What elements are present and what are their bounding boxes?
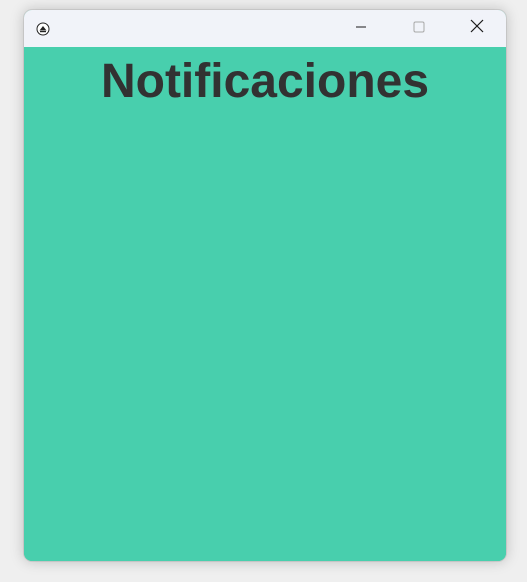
maximize-icon [413,20,425,38]
minimize-button[interactable] [332,10,390,47]
maximize-button[interactable] [390,10,448,47]
main-content: Notificaciones [24,47,506,561]
title-bar[interactable] [24,10,506,47]
app-window: Notificaciones [24,10,506,561]
window-controls [332,10,506,47]
desktop: Notificaciones [0,0,527,582]
close-button[interactable] [448,10,506,47]
minimize-icon [355,20,367,38]
page-title: Notificaciones [100,55,430,108]
close-icon [470,19,484,38]
app-icon [35,21,51,37]
